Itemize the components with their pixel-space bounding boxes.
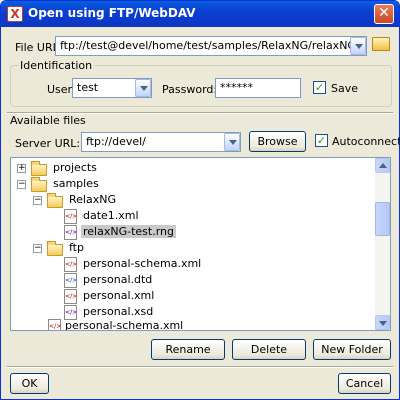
tree-node-label: relaxNG-test.rng: [81, 225, 176, 238]
browse-button[interactable]: Browse: [249, 131, 306, 152]
autoconnect-label: Autoconnect: [332, 135, 400, 148]
tree-scrollbar[interactable]: [375, 158, 390, 330]
cancel-button-label: Cancel: [345, 377, 384, 390]
file-url-combobox[interactable]: ftp://test@devel/home/test/samples/Relax…: [55, 36, 367, 56]
browse-button-label: Browse: [257, 135, 298, 148]
scroll-thumb[interactable]: [375, 202, 390, 236]
scroll-down-icon[interactable]: [375, 315, 390, 330]
tree-node[interactable]: </> personal.xml: [11, 288, 371, 304]
xml-file-icon: </>: [64, 257, 77, 272]
tree-node[interactable]: − samples: [11, 176, 371, 192]
identification-title: Identification: [18, 59, 95, 72]
user-value: test: [77, 81, 99, 94]
folder-open-icon[interactable]: [372, 37, 390, 51]
server-url-label: Server URL:: [15, 137, 81, 150]
tree-node-label: personal.dtd: [83, 273, 153, 286]
tree-node-label: ftp: [69, 241, 84, 254]
ftp-dialog: X Open using FTP/WebDAV ✕ File URL: ftp:…: [0, 0, 400, 400]
open-folder-icon: [31, 177, 47, 192]
tree-node-label: personal-schema.xml: [83, 257, 202, 270]
file-url-value: ftp://test@devel/home/test/samples/Relax…: [60, 39, 366, 52]
rename-button[interactable]: Rename: [151, 339, 225, 360]
server-url-combobox[interactable]: ftp://devel/: [81, 132, 241, 152]
open-folder-icon: [47, 241, 63, 256]
tree-node[interactable]: </> date1.xml: [11, 208, 371, 224]
rng-file-icon: </>: [64, 225, 77, 240]
xml-file-icon: </>: [64, 289, 77, 304]
rename-button-label: Rename: [165, 343, 211, 356]
collapse-icon[interactable]: −: [33, 196, 42, 205]
open-folder-icon: [47, 193, 63, 208]
tree-node-label: date1.xml: [83, 209, 139, 222]
folder-icon: [31, 161, 47, 176]
password-label: Password:: [162, 83, 218, 96]
new-folder-button[interactable]: New Folder: [313, 339, 391, 360]
chevron-down-icon[interactable]: [350, 37, 366, 55]
tree-node[interactable]: − ftp: [11, 240, 371, 256]
save-label: Save: [331, 82, 359, 95]
delete-button-label: Delete: [250, 343, 288, 356]
tree-node-selected[interactable]: </> relaxNG-test.rng: [11, 224, 371, 240]
ok-button[interactable]: OK: [10, 373, 49, 394]
tree-node[interactable]: </> personal.dtd: [11, 272, 371, 288]
x-letter-icon: X: [7, 6, 23, 22]
title-bar[interactable]: X Open using FTP/WebDAV ✕: [1, 1, 399, 27]
save-checkbox[interactable]: ✓: [313, 81, 326, 94]
tree-node[interactable]: </> personal-schema.xml: [11, 318, 371, 331]
scroll-up-icon[interactable]: [375, 158, 390, 173]
chevron-down-icon[interactable]: [135, 79, 151, 97]
tree-node[interactable]: </> personal-schema.xml: [11, 256, 371, 272]
password-value: ******: [220, 81, 253, 94]
dtd-file-icon: </>: [64, 273, 77, 288]
delete-button[interactable]: Delete: [232, 339, 306, 360]
tree-node[interactable]: + projects: [11, 160, 371, 176]
available-files-title: Available files: [10, 114, 86, 127]
cancel-button[interactable]: Cancel: [338, 373, 391, 394]
tree-node-label: projects: [53, 161, 97, 174]
tree-node-label: personal.xsd: [83, 305, 154, 318]
tree-node-label: RelaxNG: [69, 193, 116, 206]
xml-file-icon: </>: [48, 319, 61, 330]
chevron-down-icon[interactable]: [224, 133, 240, 151]
collapse-icon[interactable]: −: [33, 244, 42, 253]
new-folder-button-label: New Folder: [321, 343, 383, 356]
tree-node-label: personal-schema.xml: [65, 319, 184, 331]
tree-node-label: personal.xml: [83, 289, 155, 302]
xml-file-icon: </>: [64, 209, 77, 224]
window-title: Open using FTP/WebDAV: [28, 6, 196, 20]
expand-icon[interactable]: +: [17, 164, 26, 173]
separator: [7, 366, 393, 368]
server-url-value: ftp://devel/: [86, 135, 146, 148]
tree-node-label: samples: [53, 177, 99, 190]
collapse-icon[interactable]: −: [17, 180, 26, 189]
close-icon[interactable]: ✕: [374, 4, 394, 24]
file-tree[interactable]: + projects − samples − RelaxNG </> date1…: [10, 157, 391, 331]
autoconnect-checkbox[interactable]: ✓: [315, 134, 328, 147]
password-field[interactable]: ******: [215, 78, 301, 98]
ok-button-label: OK: [21, 377, 38, 390]
tree-node[interactable]: − RelaxNG: [11, 192, 371, 208]
